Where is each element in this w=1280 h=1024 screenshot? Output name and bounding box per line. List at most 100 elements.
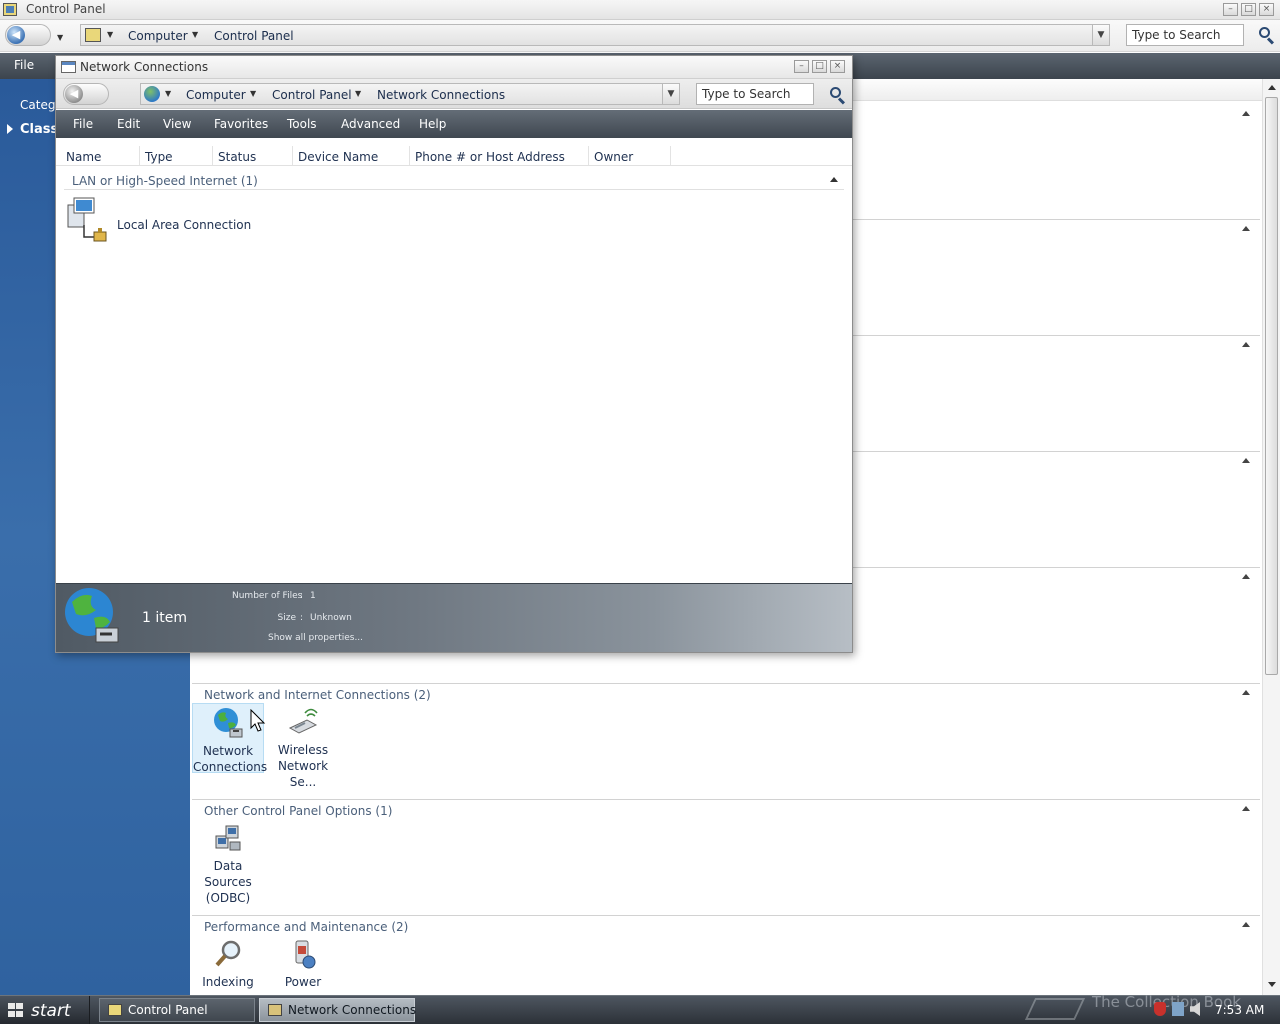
address-toolbar: ◀ ▼ ▼ Computer ▼ Control Panel ▼ Type to… (0, 20, 1280, 52)
window-title: Control Panel (26, 2, 106, 16)
group-title[interactable]: LAN or High-Speed Internet (1) (72, 174, 258, 188)
back-arrow-icon[interactable]: ◀ (65, 85, 83, 103)
power-item[interactable]: Power (267, 935, 339, 991)
colon-separator: : (300, 591, 304, 601)
clock[interactable]: 7:53 AM (1215, 1003, 1264, 1017)
group-header[interactable]: Network and Internet Connections (2) (192, 683, 1260, 703)
search-icon[interactable] (828, 86, 846, 105)
indexing-item[interactable]: Indexing (192, 935, 264, 991)
history-dropdown-icon[interactable]: ▼ (57, 33, 63, 42)
menu-bar: File Edit View Favorites Tools Advanced … (56, 110, 852, 138)
taskbar-network-connections[interactable]: Network Connections (259, 998, 417, 1022)
sidebar-category-view-link[interactable]: Categ (20, 98, 55, 112)
collapse-arrow-icon[interactable] (1242, 111, 1250, 116)
start-label: start (31, 1001, 71, 1021)
breadcrumb-control-panel[interactable]: Control Panel (214, 29, 294, 43)
wireless-adapter-icon (287, 706, 319, 738)
close-button[interactable]: × (1259, 3, 1274, 16)
scrollbar-thumb[interactable] (1265, 97, 1278, 675)
group-header[interactable]: Performance and Maintenance (2) (192, 915, 1260, 935)
show-all-properties-link[interactable]: Show all properties... (268, 633, 363, 643)
connection-label: Local Area Connection (117, 218, 252, 232)
column-divider[interactable] (670, 146, 671, 165)
window-title: Network Connections (80, 60, 209, 74)
breadcrumb-network-connections[interactable]: Network Connections (377, 88, 505, 102)
security-shield-icon[interactable] (1154, 1002, 1166, 1016)
minimize-button[interactable]: – (1223, 3, 1238, 16)
windows-flag-icon (8, 1003, 24, 1018)
scroll-up-arrow-icon[interactable] (1268, 85, 1276, 90)
close-button[interactable]: × (830, 60, 845, 73)
search-input[interactable]: Type to Search (696, 83, 814, 105)
window-controls: – □ × (794, 60, 845, 73)
size-value: Unknown (310, 613, 352, 623)
network-tray-icon[interactable] (1172, 1002, 1184, 1016)
menu-favorites[interactable]: Favorites (214, 117, 268, 131)
collapse-arrow-icon[interactable] (1242, 342, 1250, 347)
search-icon[interactable] (1257, 26, 1275, 45)
back-forward-buttons[interactable]: ◀ (5, 24, 51, 46)
data-sources-odbc-item[interactable]: Data Sources (ODBC) (192, 819, 264, 905)
collapse-arrow-icon[interactable] (830, 177, 838, 182)
item-label-line2: Connections (193, 760, 268, 774)
menu-file[interactable]: File (14, 58, 34, 72)
breadcrumb-control-panel[interactable]: Control Panel (272, 88, 352, 102)
breadcrumb-computer[interactable]: Computer (186, 88, 246, 102)
column-divider[interactable] (409, 146, 410, 165)
control-panel-titlebar[interactable]: Control Panel – □ × (0, 0, 1280, 20)
group-title: Other Control Panel Options (1) (204, 804, 393, 818)
chevron-down-icon[interactable]: ▼ (250, 89, 256, 98)
local-area-connection-item[interactable]: Local Area Connection (64, 195, 264, 243)
vertical-scrollbar[interactable] (1262, 79, 1280, 995)
control-panel-small-icon (108, 1004, 122, 1016)
back-arrow-icon[interactable]: ◀ (7, 26, 25, 44)
start-button[interactable]: start (0, 996, 90, 1024)
menu-advanced[interactable]: Advanced (341, 117, 400, 131)
sidebar-classic-view-link[interactable]: Class (20, 122, 58, 137)
network-connections-titlebar[interactable]: Network Connections – □ × (56, 56, 852, 79)
chevron-down-icon[interactable]: ▼ (355, 89, 361, 98)
control-panel-small-icon (85, 28, 101, 42)
chevron-down-icon[interactable]: ▼ (192, 30, 198, 39)
column-divider[interactable] (212, 146, 213, 165)
maximize-button[interactable]: □ (812, 60, 827, 73)
collapse-arrow-icon[interactable] (1242, 458, 1250, 463)
item-label-line1: Indexing (202, 975, 254, 989)
column-divider[interactable] (292, 146, 293, 165)
column-divider[interactable] (139, 146, 140, 165)
address-dropdown-button[interactable]: ▼ (662, 84, 679, 104)
taskbar-button-label: Network Connections (288, 1003, 417, 1017)
collapse-arrow-icon[interactable] (1242, 922, 1250, 927)
chevron-down-icon[interactable]: ▼ (107, 30, 113, 39)
collapse-arrow-icon[interactable] (1242, 226, 1250, 231)
menu-file[interactable]: File (73, 117, 93, 131)
search-input[interactable]: Type to Search (1126, 24, 1244, 46)
taskbar-button-label: Control Panel (128, 1003, 208, 1017)
chevron-down-icon[interactable]: ▼ (165, 89, 171, 98)
address-bar[interactable]: ▼ Computer ▼ Control Panel ▼ (80, 24, 1110, 46)
column-divider[interactable] (588, 146, 589, 165)
back-forward-buttons[interactable]: ◀ (63, 83, 109, 105)
magnifier-icon (212, 938, 244, 970)
menu-help[interactable]: Help (419, 117, 446, 131)
address-dropdown-button[interactable]: ▼ (1092, 25, 1109, 45)
menu-edit[interactable]: Edit (117, 117, 140, 131)
wireless-network-setup-item[interactable]: Wireless Network Se... (267, 703, 339, 789)
menu-view[interactable]: View (163, 117, 191, 131)
group-header[interactable]: Other Control Panel Options (1) (192, 799, 1260, 819)
minimize-button[interactable]: – (794, 60, 809, 73)
menu-tools[interactable]: Tools (287, 117, 317, 131)
address-bar[interactable]: ▼ Computer ▼ Control Panel ▼ Network Con… (140, 83, 680, 105)
taskbar-control-panel[interactable]: Control Panel (99, 998, 255, 1022)
collapse-arrow-icon[interactable] (1242, 806, 1250, 811)
window-app-icon (61, 61, 76, 73)
size-label: Size (277, 613, 296, 623)
collapse-arrow-icon[interactable] (1242, 574, 1250, 579)
volume-icon[interactable] (1190, 1002, 1200, 1016)
control-panel-app-icon (3, 3, 17, 16)
group-title: Network and Internet Connections (2) (204, 688, 431, 702)
scroll-down-arrow-icon[interactable] (1268, 982, 1276, 987)
collapse-arrow-icon[interactable] (1242, 690, 1250, 695)
breadcrumb-computer[interactable]: Computer (128, 29, 188, 43)
maximize-button[interactable]: □ (1241, 3, 1256, 16)
